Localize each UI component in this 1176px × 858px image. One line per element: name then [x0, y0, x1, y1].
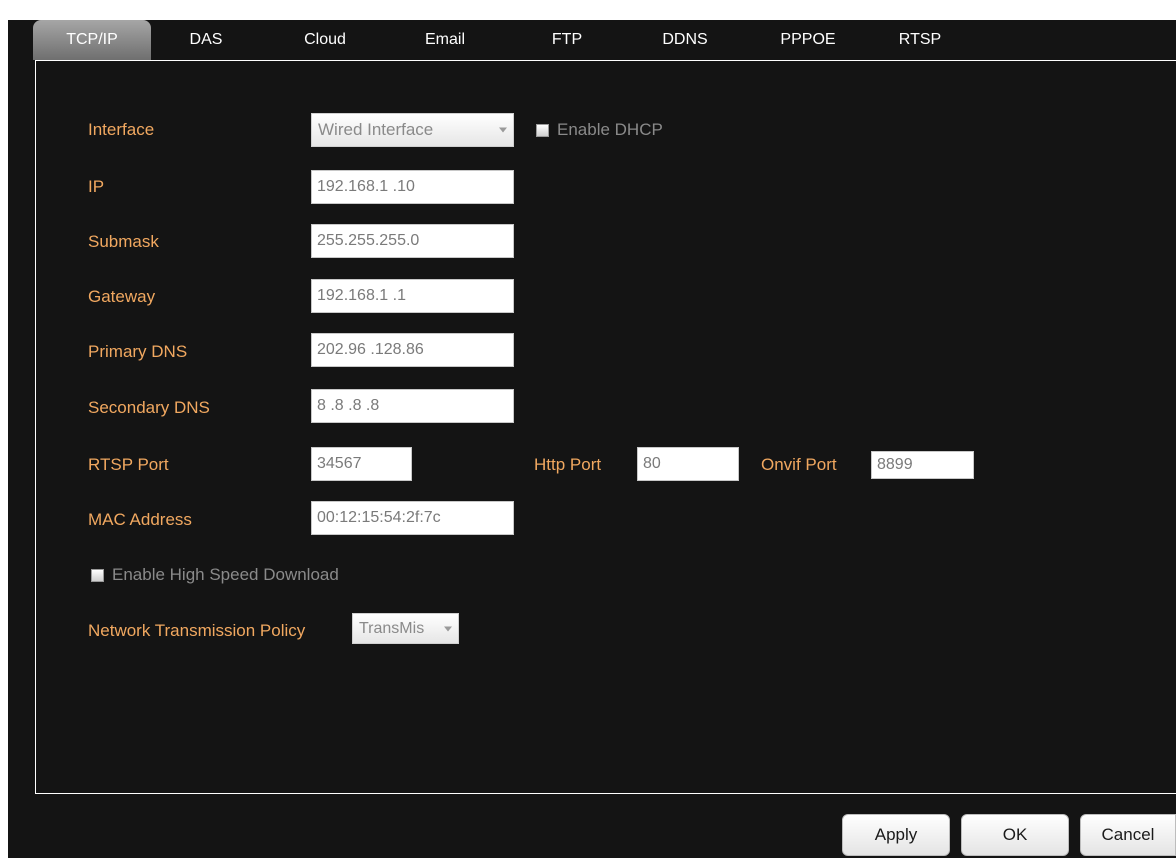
interface-select[interactable]: Wired Interface — [311, 113, 514, 147]
tab-rtsp[interactable]: RTSP — [890, 20, 950, 60]
submask-label: Submask — [88, 232, 159, 251]
chevron-down-icon — [444, 626, 452, 631]
secondary-dns-input[interactable]: 8 .8 .8 .8 — [311, 389, 514, 423]
enable-high-speed-download-label: Enable High Speed Download — [112, 565, 339, 584]
tab-tcpip[interactable]: TCP/IP — [33, 20, 151, 60]
ok-button[interactable]: OK — [961, 814, 1069, 856]
mac-address-label: MAC Address — [88, 510, 192, 529]
primary-dns-input[interactable]: 202.96 .128.86 — [311, 333, 514, 367]
network-transmission-policy-select[interactable]: TransMis — [352, 613, 459, 644]
mac-address-input[interactable]: 00:12:15:54:2f:7c — [311, 501, 514, 535]
http-port-input[interactable]: 80 — [637, 447, 739, 481]
ip-input[interactable]: 192.168.1 .10 — [311, 170, 514, 204]
tab-cloud[interactable]: Cloud — [290, 20, 360, 60]
apply-button[interactable]: Apply — [842, 814, 950, 856]
primary-dns-label: Primary DNS — [88, 342, 188, 361]
onvif-port-label: Onvif Port — [761, 455, 837, 474]
cancel-button[interactable]: Cancel — [1080, 814, 1176, 856]
ip-label: IP — [88, 177, 105, 196]
onvif-port-input[interactable]: 8899 — [871, 451, 974, 479]
checkbox-icon — [91, 568, 104, 582]
rtsp-port-label: RTSP Port — [88, 455, 169, 474]
gateway-label: Gateway — [88, 287, 156, 306]
tab-pppoe[interactable]: PPPOE — [768, 20, 848, 60]
tcpip-panel — [35, 60, 1176, 794]
rtsp-port-input[interactable]: 34567 — [311, 447, 412, 481]
submask-input[interactable]: 255.255.255.0 — [311, 224, 514, 258]
policy-select-value: TransMis — [359, 620, 425, 637]
tab-ftp[interactable]: FTP — [541, 20, 593, 60]
enable-dhcp-checkbox[interactable]: Enable DHCP — [536, 120, 663, 140]
http-port-label: Http Port — [534, 455, 602, 474]
network-transmission-policy-label: Network Transmission Policy — [88, 621, 306, 640]
chevron-down-icon — [499, 127, 507, 133]
enable-high-speed-download-checkbox[interactable]: Enable High Speed Download — [91, 565, 339, 585]
gateway-input[interactable]: 192.168.1 .1 — [311, 279, 514, 313]
interface-label: Interface — [88, 120, 155, 139]
network-settings-window: TCP/IP DAS Cloud Email FTP DDNS PPPOE RT… — [8, 20, 1176, 858]
checkbox-icon — [536, 123, 549, 137]
tab-das[interactable]: DAS — [176, 20, 236, 60]
interface-select-value: Wired Interface — [318, 120, 434, 139]
enable-dhcp-label: Enable DHCP — [557, 120, 663, 139]
tab-ddns[interactable]: DDNS — [651, 20, 719, 60]
tab-email[interactable]: Email — [411, 20, 479, 60]
secondary-dns-label: Secondary DNS — [88, 398, 210, 417]
